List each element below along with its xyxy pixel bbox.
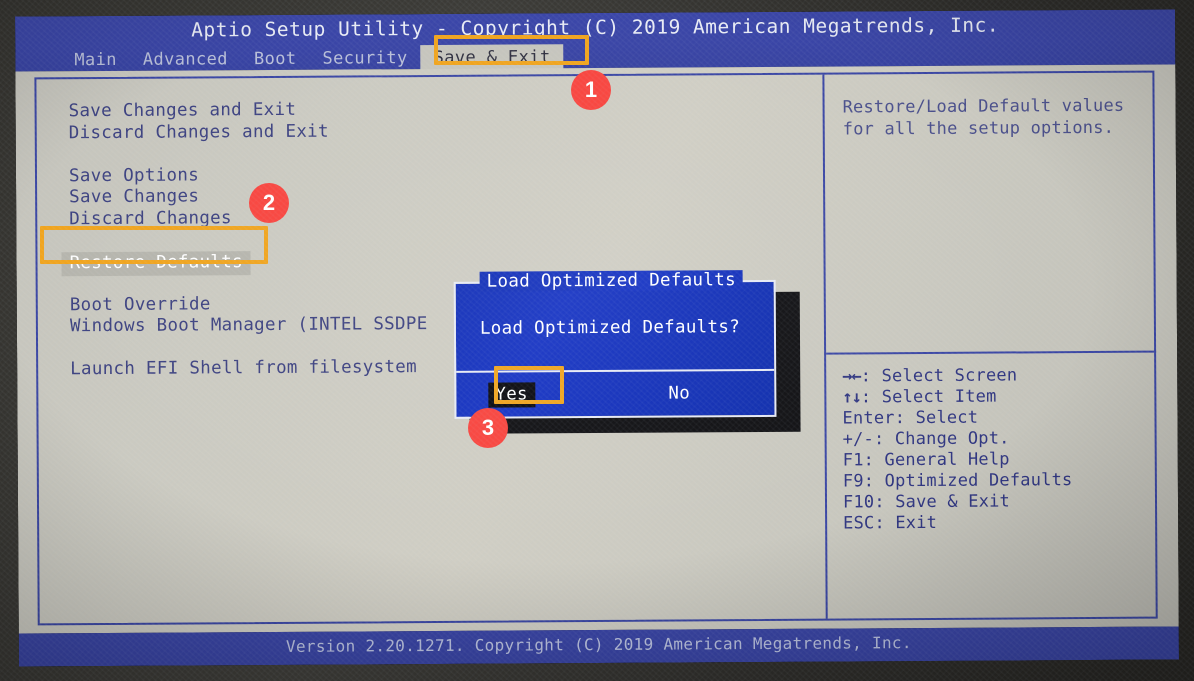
key-f10-save-and-exit: F10: Save & Exit: [842, 491, 1011, 513]
key-enter-select: Enter: Select: [842, 407, 979, 429]
key-select-item: ↑↓: Select Item: [842, 386, 1162, 409]
tab-advanced[interactable]: Advanced: [130, 46, 241, 74]
annotation-box-yes: [494, 366, 564, 404]
footer-bar: Version 2.20.1271. Copyright (C) 2019 Am…: [18, 626, 1179, 667]
title-bar: Aptio Setup Utility - Copyright (C) 2019…: [15, 9, 1176, 74]
arrow-horizontal-icon: →←: [842, 366, 861, 387]
key-select-screen: →←: Select Screen: [842, 365, 1162, 388]
key-esc-exit: ESC: Exit: [843, 512, 938, 534]
panel-divider-vertical: [822, 74, 828, 619]
tab-security[interactable]: Security: [309, 45, 420, 73]
annotation-box-save-and-exit: [434, 35, 589, 65]
arrow-vertical-icon: ↑↓: [842, 387, 861, 408]
tab-main[interactable]: Main: [61, 46, 130, 73]
key-legend: →←: Select Screen ↑↓: Select Item Enter:…: [842, 365, 1163, 535]
monitor-bezel: Aptio Setup Utility - Copyright (C) 2019…: [0, 0, 1194, 681]
dialog-no-button[interactable]: No: [668, 383, 690, 403]
annotation-badge-3: 3: [468, 408, 508, 448]
dialog-title: Load Optimized Defaults: [479, 270, 743, 292]
key-select-screen-label: : Select Screen: [860, 365, 1018, 387]
tab-boot[interactable]: Boot: [241, 45, 310, 72]
annotation-badge-1: 1: [571, 70, 611, 110]
annotation-box-restore-defaults: [40, 226, 268, 264]
help-panel: Restore/Load Default values for all the …: [843, 95, 1143, 141]
key-f1-general-help: F1: General Help: [842, 449, 1010, 471]
version-text: Version 2.20.1271. Copyright (C) 2019 Am…: [285, 633, 912, 656]
help-line-1: Restore/Load Default values: [842, 95, 1125, 118]
key-change-opt: +/-: Change Opt.: [842, 428, 1010, 450]
panel-divider-horizontal: [826, 350, 1157, 355]
key-f9-optimized-defaults: F9: Optimized Defaults: [842, 470, 1073, 492]
dialog-message: Load Optimized Defaults?: [479, 317, 741, 339]
app-title: Aptio Setup Utility - Copyright (C) 2019…: [191, 13, 1000, 42]
key-select-item-label: : Select Item: [860, 386, 997, 408]
annotation-badge-2: 2: [249, 183, 289, 223]
help-line-2: for all the setup options.: [842, 117, 1115, 140]
